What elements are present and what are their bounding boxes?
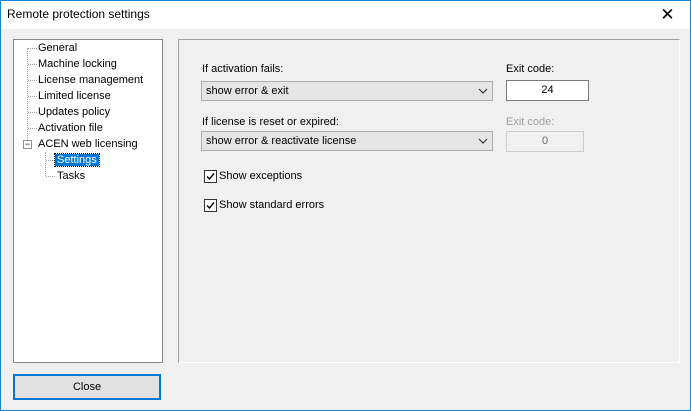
activation-fails-label: If activation fails:	[202, 63, 284, 75]
tree-line	[46, 176, 55, 177]
tree-item-license-management[interactable]: License management	[38, 73, 143, 88]
checkmark-icon	[206, 173, 215, 181]
tree-line	[45, 152, 46, 176]
tree-item-label: Tasks	[57, 170, 86, 182]
tree-item-activation-file[interactable]: Activation file	[38, 121, 103, 136]
tree-line	[28, 112, 37, 113]
exit-code-label: Exit code:	[506, 63, 555, 75]
tree-item-tasks[interactable]: Tasks	[57, 169, 85, 184]
tree-item-label: General	[38, 42, 78, 54]
tree-line	[28, 64, 37, 65]
window-title: Remote protection settings	[7, 7, 150, 21]
tree-line	[28, 48, 37, 49]
dialog-client: General Machine locking License manageme…	[1, 30, 690, 410]
exit-code-input[interactable]: 24	[506, 80, 589, 101]
activation-fails-value: show error & exit	[206, 85, 289, 97]
tree-item-label: Machine locking	[38, 58, 117, 70]
exit-code-2-input: 0	[506, 131, 584, 152]
settings-tree[interactable]: General Machine locking License manageme…	[13, 39, 163, 363]
tree-line	[28, 80, 37, 81]
tree-item-limited-license[interactable]: Limited license	[38, 89, 111, 104]
tree-line	[28, 128, 37, 129]
reset-expired-label: If license is reset or expired:	[202, 116, 339, 128]
tree-item-acen-web-licensing[interactable]: ACEN web licensing	[38, 137, 138, 152]
close-icon[interactable]: ✕	[645, 1, 690, 29]
collapse-icon[interactable]: −	[23, 140, 32, 149]
tree-item-updates-policy[interactable]: Updates policy	[38, 105, 110, 120]
tree-line	[46, 160, 55, 161]
tree-item-label: License management	[38, 74, 144, 86]
tree-item-label: Activation file	[38, 122, 103, 134]
title-bar[interactable]: Remote protection settings ✕	[1, 1, 690, 29]
settings-panel: If activation fails: show error & exit E…	[178, 39, 680, 363]
chevron-down-icon	[478, 138, 488, 144]
tree-item-label: ACEN web licensing	[38, 138, 138, 150]
tree-line	[28, 96, 37, 97]
tree-item-machine-locking[interactable]: Machine locking	[38, 57, 117, 72]
show-exceptions-label[interactable]: Show exceptions	[219, 170, 302, 182]
chevron-down-icon	[478, 88, 488, 94]
tree-item-label: Limited license	[38, 90, 111, 102]
tree-item-label: Updates policy	[38, 106, 111, 118]
close-button[interactable]: Close	[13, 374, 161, 400]
reset-expired-value: show error & reactivate license	[206, 135, 357, 147]
tree-item-settings[interactable]: Settings	[54, 153, 100, 168]
tree-item-label: Settings	[54, 153, 100, 167]
activation-fails-dropdown[interactable]: show error & exit	[201, 81, 493, 101]
checkmark-icon	[206, 202, 215, 210]
dialog-window: Remote protection settings ✕ General Mac…	[0, 0, 691, 411]
exit-code-2-label: Exit code:	[506, 116, 555, 128]
show-standard-errors-label[interactable]: Show standard errors	[219, 199, 324, 211]
show-exceptions-checkbox[interactable]	[204, 170, 217, 183]
tree-item-general[interactable]: General	[38, 41, 77, 56]
show-standard-errors-checkbox[interactable]	[204, 199, 217, 212]
reset-expired-dropdown[interactable]: show error & reactivate license	[201, 131, 493, 151]
